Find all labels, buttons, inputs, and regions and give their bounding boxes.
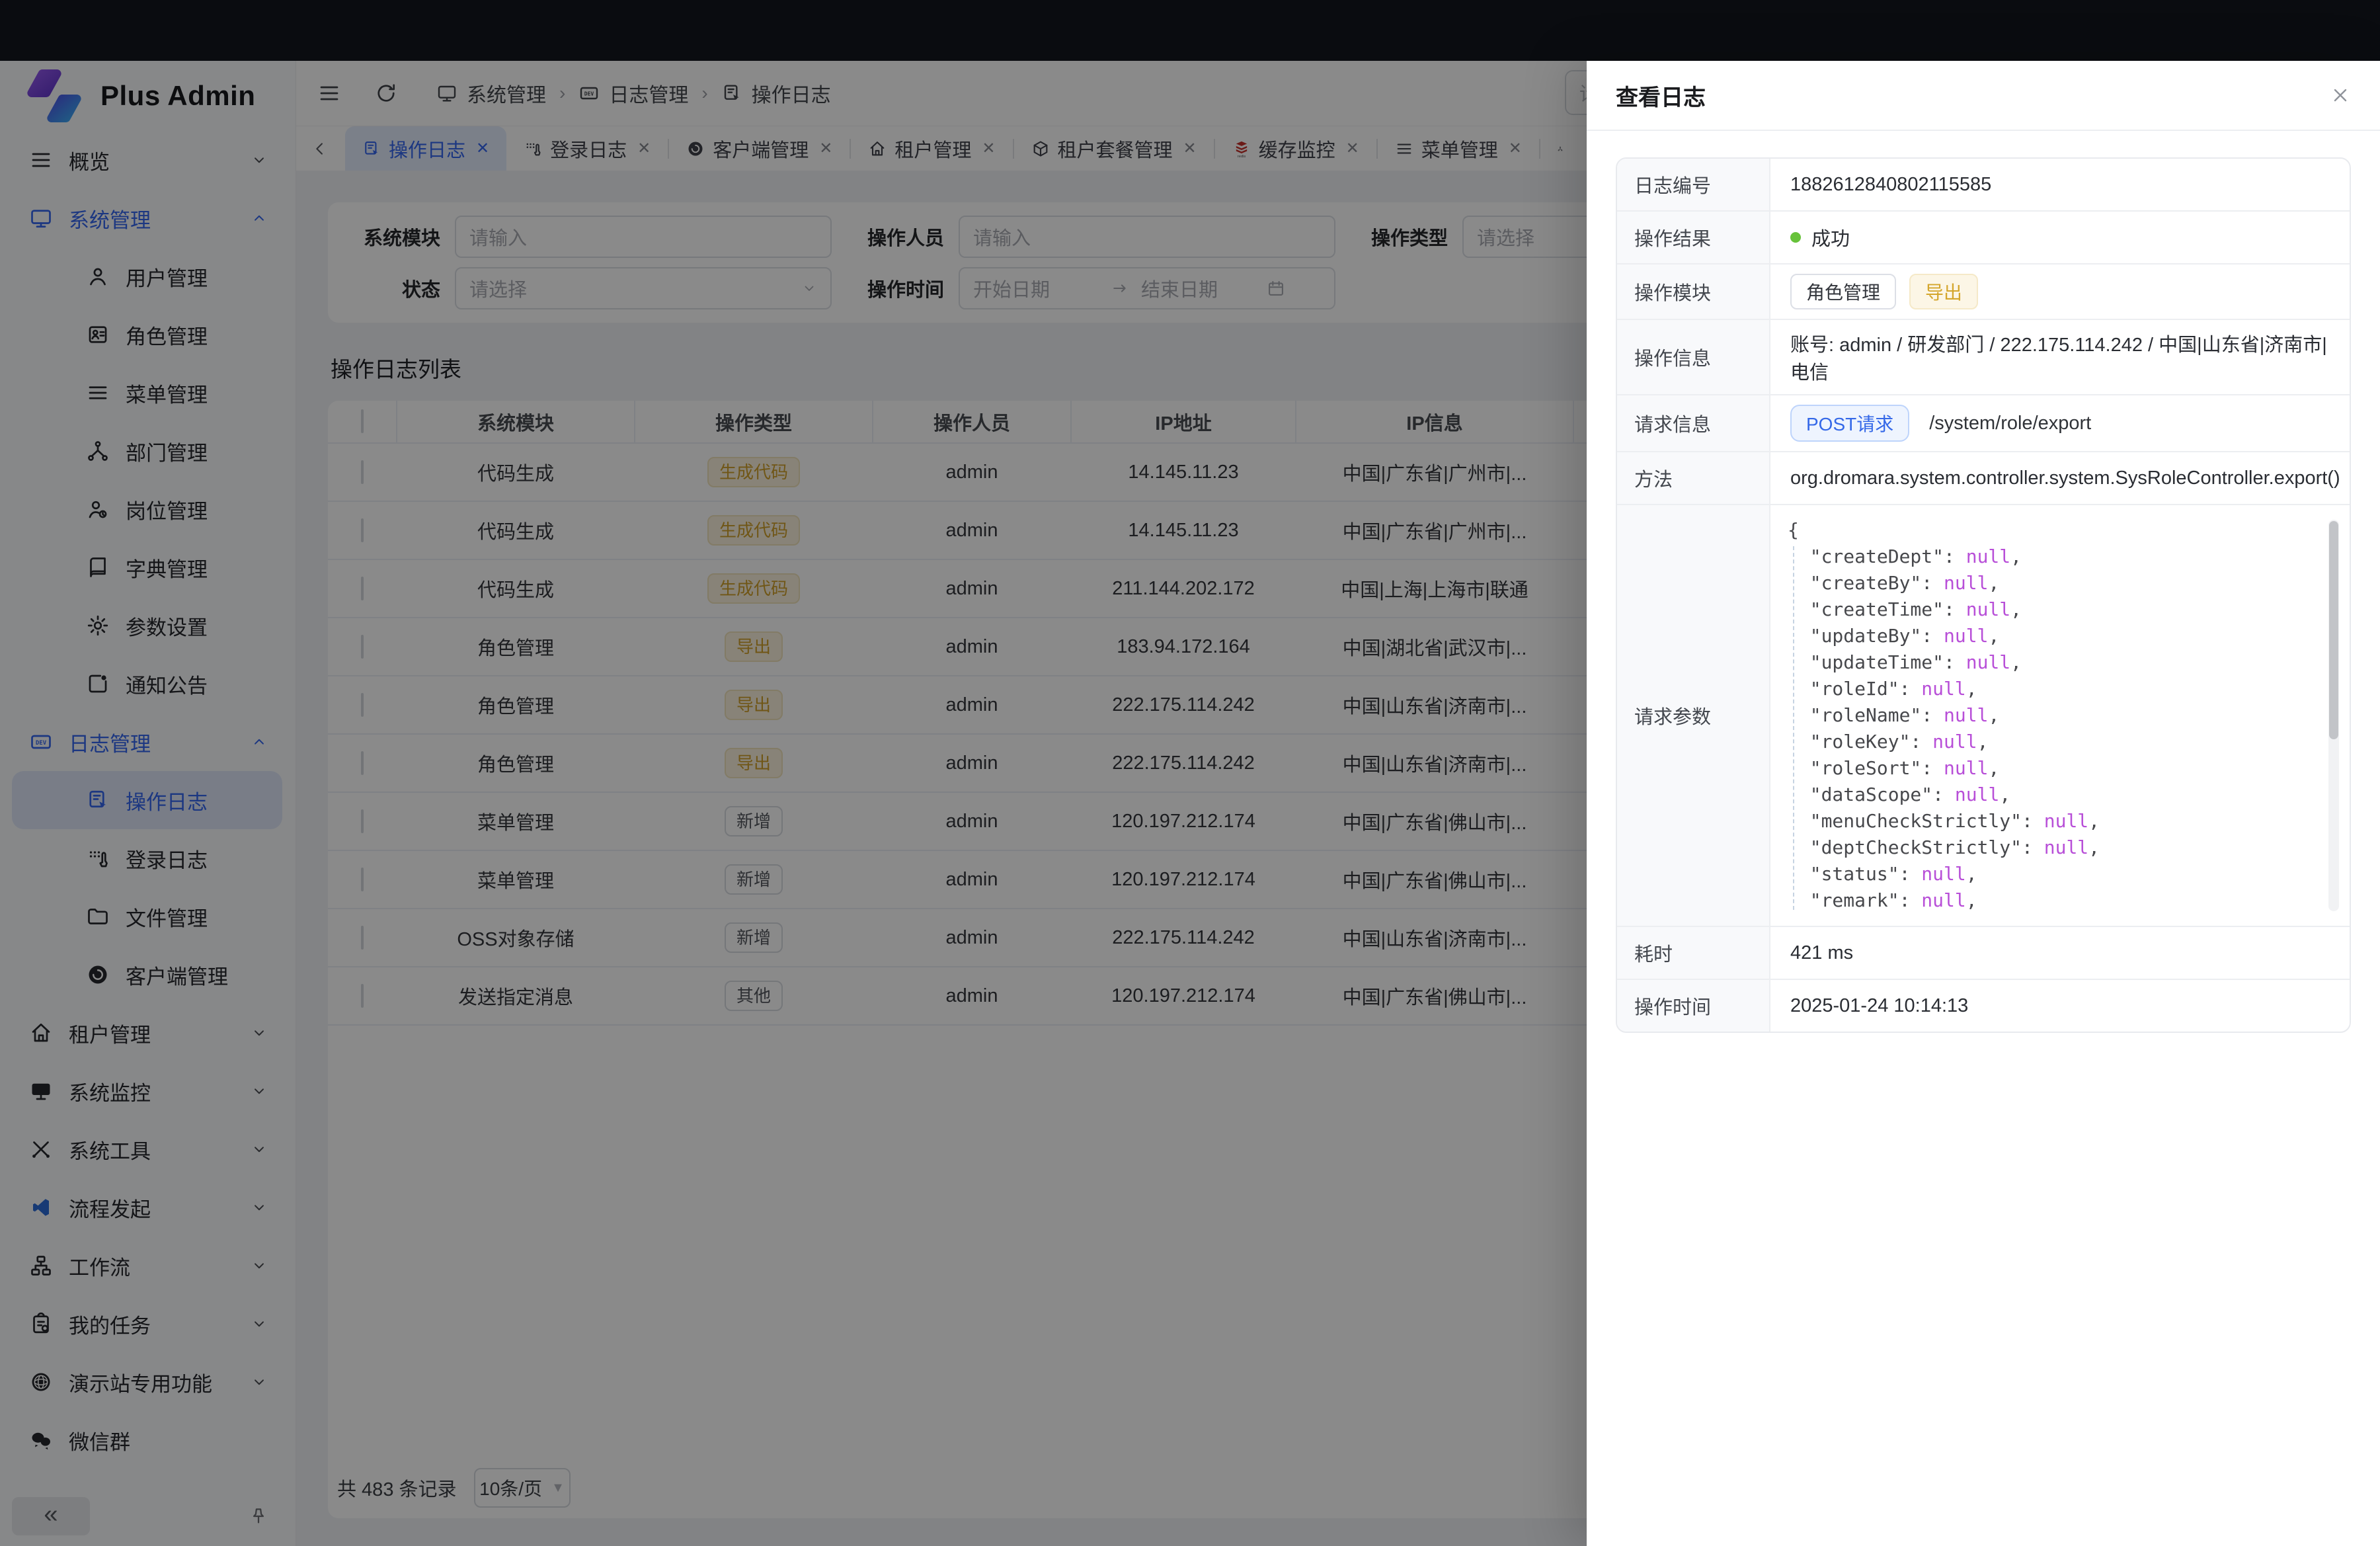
drawer-title: 查看日志 [1616,79,1706,112]
detail-row-module: 操作模块 角色管理 导出 [1617,264,2350,320]
detail-row-result: 操作结果 成功 [1617,212,2350,264]
action-badge: 导出 [1909,274,1978,309]
detail-row-request: 请求信息 POST请求 /system/role/export [1617,395,2350,452]
log-detail-table: 日志编号 1882612840802115585 操作结果 成功 操作模块 角色… [1616,157,2351,1033]
drawer-body: 日志编号 1882612840802115585 操作结果 成功 操作模块 角色… [1587,131,2380,1059]
detail-row-info: 操作信息 账号: admin / 研发部门 / 222.175.114.242 … [1617,320,2350,395]
detail-row-log-id: 日志编号 1882612840802115585 [1617,159,2350,212]
indent-guide [1793,546,1794,910]
request-url: /system/role/export [1929,413,2091,434]
drawer-overlay[interactable] [0,61,1587,1546]
detail-row-cost: 耗时 421 ms [1617,927,2350,980]
scrollbar-thumb[interactable] [2329,521,2338,739]
success-dot-icon [1790,232,1801,243]
view-log-drawer: 查看日志 日志编号 1882612840802115585 操作结果 成功 操作… [1587,61,2380,1546]
info-value: 账号: admin / 研发部门 / 222.175.114.242 / 中国|… [1770,320,2350,394]
params-value: { "createDept": null, "createBy": null, … [1770,505,2350,926]
time-value: 2025-01-24 10:14:13 [1770,980,2350,1032]
drawer-header: 查看日志 [1587,61,2380,131]
cost-value: 421 ms [1770,927,2350,979]
module-badge: 角色管理 [1790,274,1896,309]
method-value: org.dromara.system.controller.system.Sys… [1770,452,2351,504]
request-value: POST请求 /system/role/export [1770,395,2350,451]
json-content: { "createDept": null, "createBy": null, … [1780,517,2339,914]
close-icon[interactable] [2330,85,2351,106]
module-value: 角色管理 导出 [1770,264,2350,319]
json-code-block: { "createDept": null, "createBy": null, … [1780,517,2339,914]
scrollbar-track[interactable] [2328,520,2339,911]
result-value: 成功 [1770,212,2350,263]
top-bar [0,0,2380,61]
detail-row-method: 方法 org.dromara.system.controller.system.… [1617,452,2350,505]
detail-row-params: 请求参数 { "createDept": null, "createBy": n… [1617,505,2350,927]
detail-row-time: 操作时间 2025-01-24 10:14:13 [1617,980,2350,1032]
log-id-value: 1882612840802115585 [1770,159,2350,210]
post-method-badge: POST请求 [1790,405,1909,442]
